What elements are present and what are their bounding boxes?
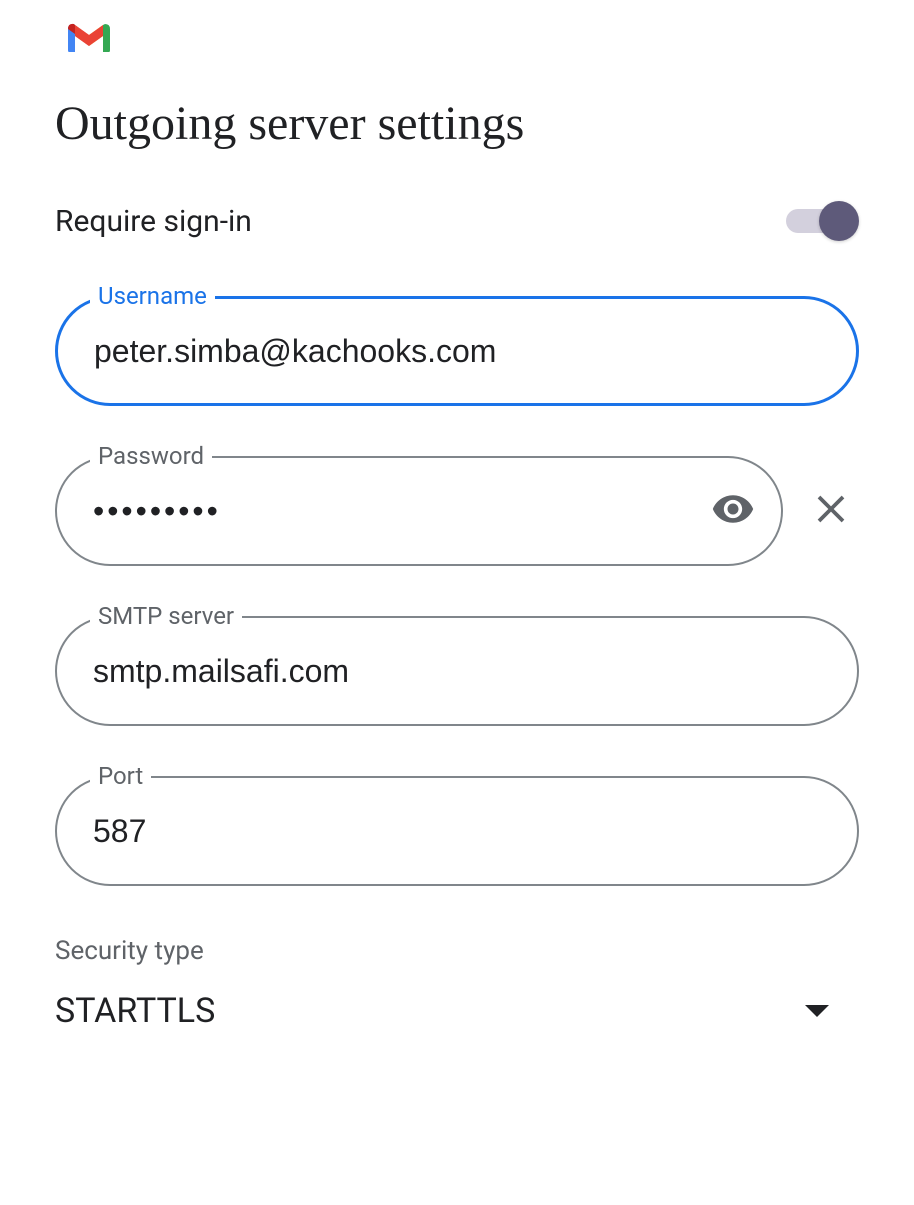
toggle-thumb — [819, 201, 859, 241]
username-input[interactable] — [55, 296, 859, 406]
security-type-label: Security type — [55, 936, 859, 966]
smtp-field-group: SMTP server — [55, 616, 859, 726]
username-label: Username — [90, 282, 215, 310]
port-input[interactable] — [55, 776, 859, 886]
smtp-server-input[interactable] — [55, 616, 859, 726]
security-type-value: STARTTLS — [55, 991, 215, 1031]
clear-password-icon[interactable] — [803, 481, 859, 541]
username-field-group: Username — [55, 296, 859, 406]
require-signin-toggle[interactable] — [784, 201, 854, 241]
password-input[interactable] — [55, 456, 783, 566]
security-type-select[interactable]: STARTTLS — [55, 991, 859, 1031]
gmail-logo-icon — [65, 20, 113, 56]
security-type-section: Security type STARTTLS — [55, 936, 859, 1031]
page-title: Outgoing server settings — [55, 96, 859, 151]
smtp-label: SMTP server — [90, 602, 242, 630]
chevron-down-icon — [805, 1005, 829, 1017]
password-field-group: Password — [55, 456, 859, 566]
visibility-toggle-icon[interactable] — [711, 487, 755, 535]
port-field-group: Port — [55, 776, 859, 886]
require-signin-label: Require sign-in — [55, 204, 252, 239]
require-signin-toggle-row: Require sign-in — [55, 201, 859, 241]
password-label: Password — [90, 442, 212, 470]
port-label: Port — [90, 762, 151, 790]
